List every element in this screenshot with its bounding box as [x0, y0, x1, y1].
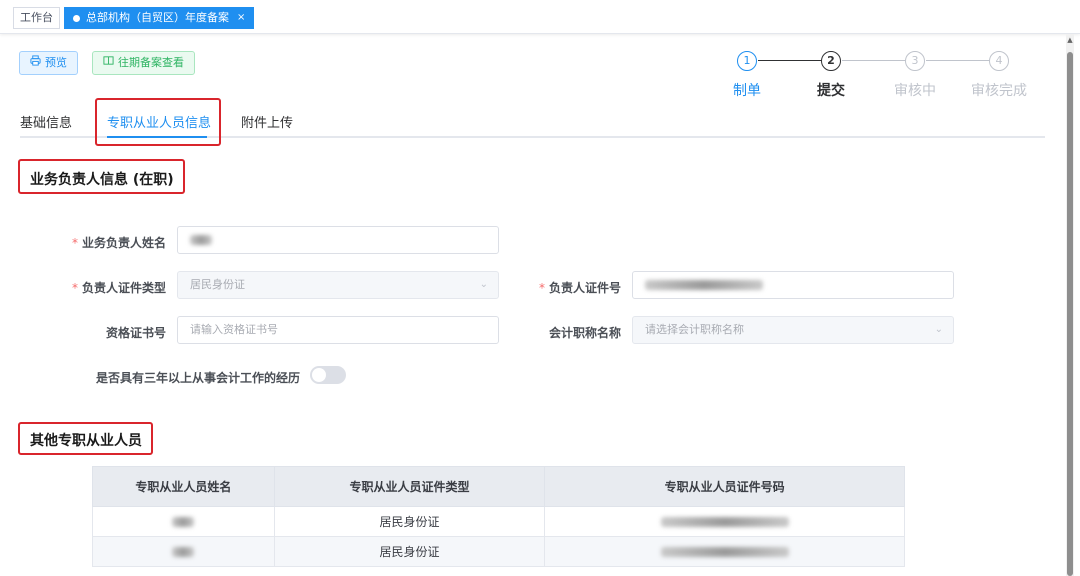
staff-name-cell	[92, 536, 275, 567]
toggle-knob	[312, 368, 326, 382]
step-3-circle: 3	[905, 51, 925, 71]
history-filing-button[interactable]: 往期备案查看	[92, 51, 195, 75]
staff-id-number-cell	[544, 506, 905, 537]
column-header-name: 专职从业人员姓名	[92, 466, 275, 507]
table-row: 居民身份证	[92, 506, 905, 537]
certificate-number-field[interactable]: 请输入资格证书号	[177, 316, 499, 344]
staff-id-type-cell: 居民身份证	[273, 506, 546, 537]
principal-name-label: * 业务负责人姓名	[71, 236, 166, 250]
scrollbar-thumb[interactable]	[1067, 52, 1073, 576]
staff-table: 专职从业人员姓名 专职从业人员证件类型 专职从业人员证件号码 居民身份证 居民身…	[92, 466, 905, 567]
tab-workbench[interactable]: 工作台	[13, 7, 60, 29]
chevron-down-icon: ⌄	[479, 279, 488, 290]
step-2-circle: 2	[821, 51, 841, 71]
id-number-label: * 负责人证件号	[538, 281, 621, 295]
id-type-select[interactable]: 居民身份证 ⌄	[177, 271, 499, 299]
preview-button[interactable]: 预览	[19, 51, 78, 75]
tab-basic-info[interactable]: 基础信息	[20, 112, 72, 131]
tab-bar: 工作台 总部机构（自贸区）年度备案 ×	[0, 0, 1080, 34]
staff-id-number-cell	[544, 536, 905, 567]
redacted-value	[172, 547, 195, 557]
step-2-label: 提交	[817, 83, 845, 99]
tab-annual-filing-label: 总部机构（自贸区）年度备案	[86, 11, 229, 24]
redacted-value	[660, 517, 789, 527]
redacted-value	[645, 280, 763, 290]
highlight-box-tab	[95, 98, 221, 146]
tab-attachment-upload[interactable]: 附件上传	[241, 112, 293, 131]
close-icon[interactable]: ×	[237, 8, 245, 28]
step-connector	[758, 60, 830, 61]
table-header-row: 专职从业人员姓名 专职从业人员证件类型 专职从业人员证件号码	[92, 466, 905, 507]
highlight-box-principal	[18, 159, 185, 194]
accounting-title-select[interactable]: 请选择会计职称名称 ⌄	[632, 316, 954, 344]
column-header-id-number: 专职从业人员证件号码	[544, 466, 905, 507]
redacted-value	[172, 517, 195, 527]
preview-label: 预览	[45, 56, 67, 69]
experience-label: 是否具有三年以上从事会计工作的经历	[95, 371, 300, 385]
id-type-label: * 负责人证件类型	[71, 281, 166, 295]
accounting-title-label: 会计职称名称	[548, 326, 621, 340]
step-1-circle: 1	[737, 51, 757, 71]
step-4-label: 审核完成	[971, 83, 1027, 99]
id-number-field[interactable]	[632, 271, 954, 299]
chevron-down-icon: ⌄	[934, 324, 943, 335]
printer-icon	[30, 52, 41, 74]
step-3-label: 审核中	[894, 83, 936, 99]
staff-name-cell	[92, 506, 275, 537]
staff-id-type-cell: 居民身份证	[273, 536, 546, 567]
history-filing-label: 往期备案查看	[118, 56, 184, 69]
table-row: 居民身份证	[92, 536, 905, 567]
highlight-box-other-staff	[18, 422, 153, 455]
progress-steps: 1 2 3 4 制单 提交 审核中 审核完成	[720, 48, 1040, 108]
accounting-title-placeholder: 请选择会计职称名称	[645, 323, 744, 336]
id-type-value: 居民身份证	[190, 278, 245, 291]
certificate-number-label: 资格证书号	[105, 326, 166, 340]
active-dot-icon	[73, 14, 80, 22]
principal-name-field[interactable]	[177, 226, 499, 254]
step-1-label: 制单	[733, 83, 761, 99]
tab-annual-filing[interactable]: 总部机构（自贸区）年度备案 ×	[64, 7, 255, 29]
step-4-circle: 4	[989, 51, 1009, 71]
redacted-value	[190, 235, 212, 245]
redacted-value	[660, 547, 789, 557]
experience-toggle[interactable]	[310, 366, 346, 384]
book-icon	[103, 52, 114, 74]
column-header-id-type: 专职从业人员证件类型	[273, 466, 546, 507]
step-connector	[842, 60, 914, 61]
step-connector	[926, 60, 998, 61]
scroll-up-icon[interactable]: ▲	[1066, 36, 1074, 48]
